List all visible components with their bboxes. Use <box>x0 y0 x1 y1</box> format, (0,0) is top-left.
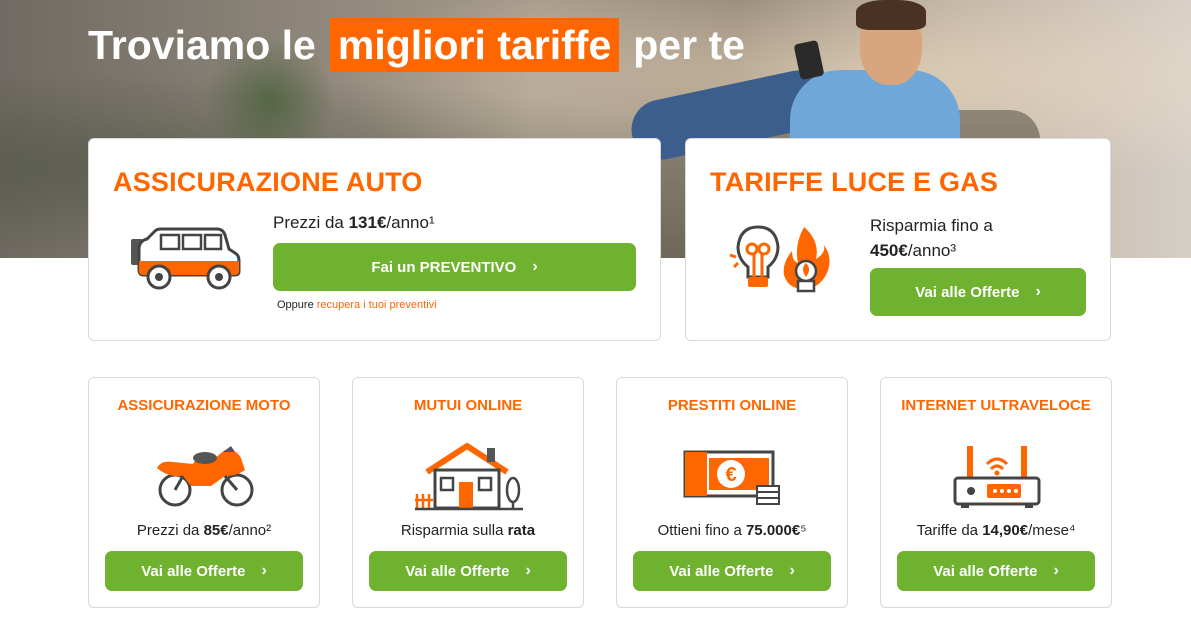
internet-offers-button-label: Vai alle Offerte <box>933 562 1038 580</box>
euro-banknote-icon: € <box>683 450 783 506</box>
car-icon <box>125 223 245 293</box>
mortgages-text-prefix: Risparmia sulla <box>400 522 508 539</box>
energy-offers-button[interactable]: Vai alle Offerte › <box>870 268 1086 316</box>
auto-price-suffix: /anno¹ <box>386 213 435 232</box>
energy-value: 450€ <box>870 241 908 260</box>
auto-price-prefix: Prezzi da <box>273 213 349 232</box>
loans-offers-button-label: Vai alle Offerte <box>669 562 774 580</box>
chevron-right-icon: › <box>532 258 538 275</box>
internet-text-suffix: /mese⁴ <box>1028 522 1076 539</box>
auto-title: ASSICURAZIONE AUTO <box>113 167 423 197</box>
svg-text:€: € <box>725 464 736 486</box>
auto-recover-prefix: Oppure <box>277 299 317 311</box>
internet-text-value: 14,90€ <box>982 522 1029 539</box>
internet-offers-button[interactable]: Vai alle Offerte › <box>897 551 1095 591</box>
auto-recover-link[interactable]: recupera i tuoi preventivi <box>317 299 437 311</box>
moto-title: ASSICURAZIONE MOTO <box>117 397 291 414</box>
internet-text: Tariffe da 14,90€/mese⁴ <box>881 522 1111 539</box>
energy-suffix: /anno³ <box>907 241 957 260</box>
auto-price: Prezzi da 131€/anno¹ <box>273 213 435 233</box>
chevron-right-icon: › <box>789 562 795 579</box>
chevron-right-icon: › <box>525 562 531 579</box>
mortgages-text: Risparmia sulla rata <box>353 522 583 539</box>
mortgages-title: MUTUI ONLINE <box>413 397 523 414</box>
card-internet: INTERNET ULTRAVELOCE Tariffe da 14,90€/m… <box>880 377 1112 608</box>
energy-text: Risparmia fino a 450€/anno³ <box>870 213 993 263</box>
loans-title: PRESTITI ONLINE <box>667 397 797 414</box>
mortgages-offers-button-label: Vai alle Offerte <box>405 562 510 580</box>
headline-text-before: Troviamo le <box>88 21 316 68</box>
moto-price-value: 85€ <box>203 522 229 539</box>
card-loans: PRESTITI ONLINE € Ottieni fino a 75.000€… <box>616 377 848 608</box>
moto-price: Prezzi da 85€/anno² <box>89 522 319 539</box>
moto-offers-button-label: Vai alle Offerte <box>141 562 246 580</box>
card-mortgages: MUTUI ONLINE Risparmia sulla rata Vai al… <box>352 377 584 608</box>
loans-text: Ottieni fino a 75.000€⁵ <box>617 522 847 539</box>
chevron-right-icon: › <box>1053 562 1059 579</box>
hero-headline: Troviamo le migliori tariffe per te <box>88 18 745 72</box>
energy-title: TARIFFE LUCE E GAS <box>710 167 999 197</box>
auto-price-value: 131€ <box>348 213 387 232</box>
card-moto-insurance: ASSICURAZIONE MOTO Prezzi da 85€/anno² V… <box>88 377 320 608</box>
internet-text-prefix: Tariffe da <box>916 522 983 539</box>
motorcycle-icon <box>153 446 257 510</box>
card-energy-tariffs: TARIFFE LUCE E GAS Risparmia fino a 450€… <box>685 138 1111 341</box>
card-auto-insurance: ASSICURAZIONE AUTO Prezzi da 131€/anno¹ … <box>88 138 661 341</box>
loans-text-value: 75.000€ <box>745 522 801 539</box>
headline-highlight: migliori tariffe <box>329 18 620 72</box>
bulb-flame-icon <box>726 223 836 295</box>
auto-recover-line: Oppure recupera i tuoi preventivi <box>277 299 437 311</box>
house-icon <box>415 442 523 512</box>
mortgages-offers-button[interactable]: Vai alle Offerte › <box>369 551 567 591</box>
energy-value-line: 450€/anno³ <box>870 238 993 263</box>
mortgages-text-value: rata <box>507 522 536 539</box>
chevron-right-icon: › <box>1035 283 1041 300</box>
auto-quote-button[interactable]: Fai un PREVENTIVO › <box>273 243 636 291</box>
energy-line1: Risparmia fino a <box>870 216 993 235</box>
hero-person-hair <box>856 0 926 30</box>
auto-quote-button-label: Fai un PREVENTIVO <box>371 258 517 276</box>
chevron-right-icon: › <box>261 562 267 579</box>
router-icon <box>951 444 1043 510</box>
moto-offers-button[interactable]: Vai alle Offerte › <box>105 551 303 591</box>
loans-text-prefix: Ottieni fino a <box>657 522 746 539</box>
energy-offers-button-label: Vai alle Offerte <box>915 283 1020 301</box>
headline-text-after: per te <box>633 21 745 68</box>
loans-offers-button[interactable]: Vai alle Offerte › <box>633 551 831 591</box>
moto-price-prefix: Prezzi da <box>136 522 204 539</box>
loans-text-suffix: ⁵ <box>800 522 807 539</box>
moto-price-suffix: /anno² <box>228 522 272 539</box>
internet-title: INTERNET ULTRAVELOCE <box>901 397 1091 414</box>
